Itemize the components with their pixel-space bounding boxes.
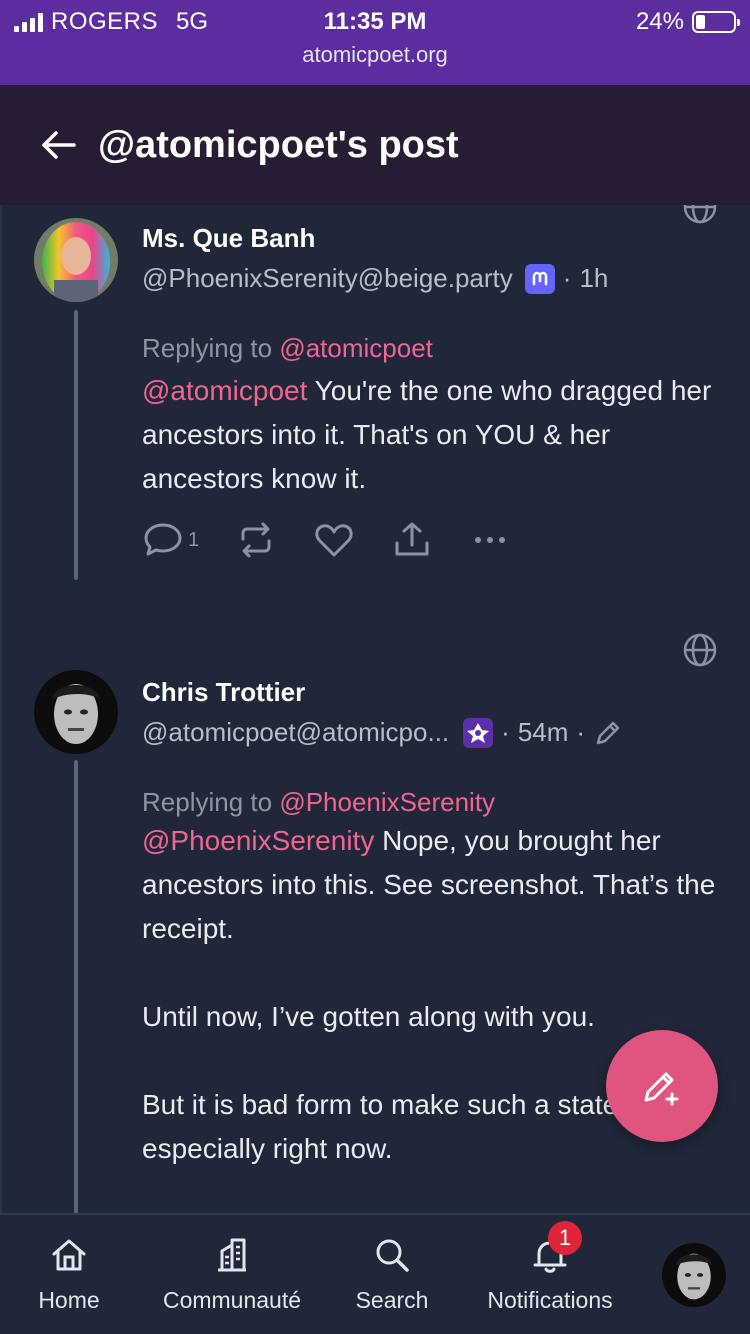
replying-to-link[interactable]: @atomicpoet bbox=[279, 333, 433, 363]
reply-count: 1 bbox=[188, 528, 200, 551]
mastodon-icon bbox=[524, 263, 555, 294]
author-handle[interactable]: @atomicpoet@atomicpo... bbox=[142, 717, 449, 748]
content-paragraph: @atomicpoet You're the one who dragged h… bbox=[142, 369, 722, 501]
thread-line bbox=[74, 310, 78, 580]
author-name[interactable]: Chris Trottier bbox=[142, 677, 305, 708]
author-name[interactable]: Ms. Que Banh bbox=[142, 223, 315, 254]
pencil-icon bbox=[596, 721, 620, 744]
post-item[interactable]: Ms. Que Banh @PhoenixSerenity@beige.part… bbox=[2, 205, 750, 615]
author-handle[interactable]: @PhoenixSerenity@beige.party bbox=[142, 263, 513, 294]
post-content: @atomicpoet You're the one who dragged h… bbox=[142, 369, 722, 501]
share-icon bbox=[395, 522, 429, 556]
reply-icon bbox=[144, 523, 182, 556]
separator-dot: · bbox=[501, 717, 510, 747]
replying-label: Replying to bbox=[142, 333, 273, 363]
status-right: 24% bbox=[635, 8, 740, 36]
building-icon bbox=[218, 1238, 246, 1272]
handle-row: @PhoenixSerenity@beige.party · 1h bbox=[142, 263, 608, 294]
nav-search-label: Search bbox=[355, 1287, 429, 1313]
status-bar: ROGERS 5G 11:35 PM atomicpoet.org 24% bbox=[0, 0, 750, 85]
page-header: @atomicpoet's post bbox=[0, 85, 750, 205]
nav-community-label: Communauté bbox=[162, 1287, 302, 1313]
compose-button[interactable] bbox=[606, 1030, 718, 1142]
notifications-icon-wrap: 1 bbox=[530, 1221, 582, 1275]
post-time[interactable]: 1h bbox=[579, 263, 608, 294]
nav-home-label: Home bbox=[38, 1287, 100, 1313]
boost-icon bbox=[241, 522, 271, 558]
nav-community[interactable]: Communauté bbox=[156, 1235, 308, 1314]
nav-notifications[interactable]: 1 Notifications bbox=[478, 1221, 622, 1314]
battery-icon bbox=[692, 11, 740, 33]
heart-icon bbox=[315, 524, 353, 557]
globe-icon bbox=[683, 205, 717, 224]
replying-to-link[interactable]: @PhoenixSerenity bbox=[279, 787, 495, 817]
post-time[interactable]: 54m bbox=[518, 717, 569, 748]
avatar[interactable] bbox=[34, 218, 118, 302]
content-paragraph: Until now, I’ve gotten along with you. bbox=[142, 1001, 595, 1032]
post-actions: 1 bbox=[142, 521, 547, 559]
avatar[interactable] bbox=[34, 670, 118, 754]
profile-avatar[interactable] bbox=[662, 1243, 726, 1307]
nav-search[interactable]: Search bbox=[352, 1235, 432, 1314]
share-button[interactable] bbox=[391, 521, 433, 559]
mention-link[interactable]: @PhoenixSerenity bbox=[142, 825, 374, 856]
bottom-nav: Home Communauté Search 1 Notifications bbox=[0, 1213, 750, 1334]
replying-label: Replying to bbox=[142, 787, 273, 817]
separator-dot: · bbox=[562, 263, 572, 293]
separator-dot: · bbox=[576, 717, 586, 747]
notifications-badge: 1 bbox=[548, 1221, 582, 1255]
page-url[interactable]: atomicpoet.org bbox=[0, 42, 750, 68]
replying-line: Replying to @atomicpoet bbox=[142, 333, 433, 364]
arrow-left-icon bbox=[42, 131, 76, 159]
more-button[interactable] bbox=[469, 521, 511, 559]
nav-notifications-label: Notifications bbox=[487, 1287, 613, 1313]
mention-link[interactable]: @atomicpoet bbox=[142, 375, 307, 406]
boost-button[interactable] bbox=[235, 521, 277, 559]
compose-icon bbox=[644, 1072, 679, 1106]
content-paragraph: @PhoenixSerenity Nope, you brought her a… bbox=[142, 819, 722, 951]
home-icon bbox=[52, 1239, 86, 1271]
search-icon bbox=[376, 1239, 409, 1272]
page-title: @atomicpoet's post bbox=[98, 123, 459, 166]
back-button[interactable] bbox=[36, 123, 80, 167]
handle-row: @atomicpoet@atomicpo... · 54m · bbox=[142, 717, 623, 748]
globe-icon bbox=[683, 633, 717, 667]
replying-line: Replying to @PhoenixSerenity bbox=[142, 787, 495, 818]
nav-home[interactable]: Home bbox=[36, 1235, 102, 1314]
favourite-button[interactable] bbox=[313, 521, 355, 559]
battery-percent: 24% bbox=[635, 8, 684, 35]
more-icon bbox=[475, 537, 506, 543]
thread-line bbox=[74, 760, 78, 1213]
reply-button[interactable]: 1 bbox=[142, 521, 199, 559]
instance-icon bbox=[463, 717, 494, 748]
